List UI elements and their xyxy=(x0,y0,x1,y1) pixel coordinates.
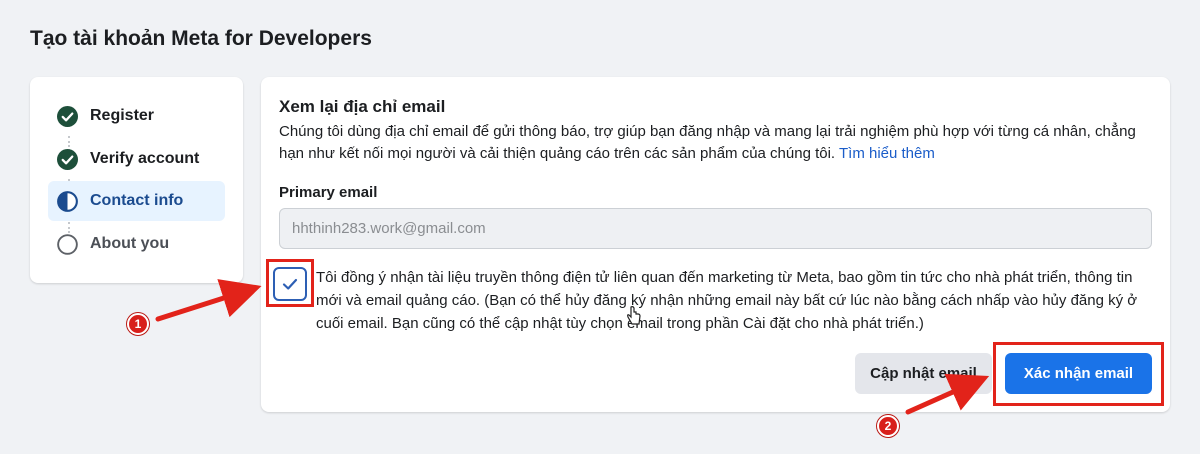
half-circle-icon xyxy=(57,190,78,212)
check-circle-icon xyxy=(57,105,78,127)
consent-checkbox-highlight xyxy=(266,259,314,307)
card-description: Chúng tôi dùng địa chỉ email để gửi thôn… xyxy=(279,121,1159,165)
arrow-to-checkbox xyxy=(155,279,262,322)
primary-email-label: Primary email xyxy=(279,184,378,201)
learn-more-link[interactable]: Tìm hiểu thêm xyxy=(839,145,935,162)
consent-text: Tôi đồng ý nhận tài liệu truyền thông đi… xyxy=(316,269,1138,332)
check-circle-icon xyxy=(57,148,78,170)
page-title: Tạo tài khoản Meta for Developers xyxy=(30,27,372,50)
step-register[interactable]: Register xyxy=(48,96,225,136)
step-label: Verify account xyxy=(90,150,200,167)
step-label: About you xyxy=(90,235,170,252)
card-title: Xem lại địa chỉ email xyxy=(279,97,446,116)
step-contact-info[interactable]: Contact info xyxy=(48,181,225,221)
annotation-badge-1: 1 xyxy=(127,313,149,335)
empty-circle-icon xyxy=(57,233,78,255)
update-email-button[interactable]: Cập nhật email xyxy=(855,353,992,394)
hand-cursor-icon xyxy=(627,306,641,325)
stepper-panel: Register Verify account Contact info Abo… xyxy=(30,77,243,283)
description-text: Chúng tôi dùng địa chỉ email để gửi thôn… xyxy=(279,123,1136,162)
confirm-button-highlight xyxy=(993,342,1164,406)
annotation-badge-2: 2 xyxy=(877,415,899,437)
primary-email-input[interactable] xyxy=(279,208,1152,249)
step-about-you[interactable]: About you xyxy=(48,224,225,264)
step-label: Contact info xyxy=(90,192,184,209)
step-verify-account[interactable]: Verify account xyxy=(48,139,225,179)
step-label: Register xyxy=(90,107,155,124)
